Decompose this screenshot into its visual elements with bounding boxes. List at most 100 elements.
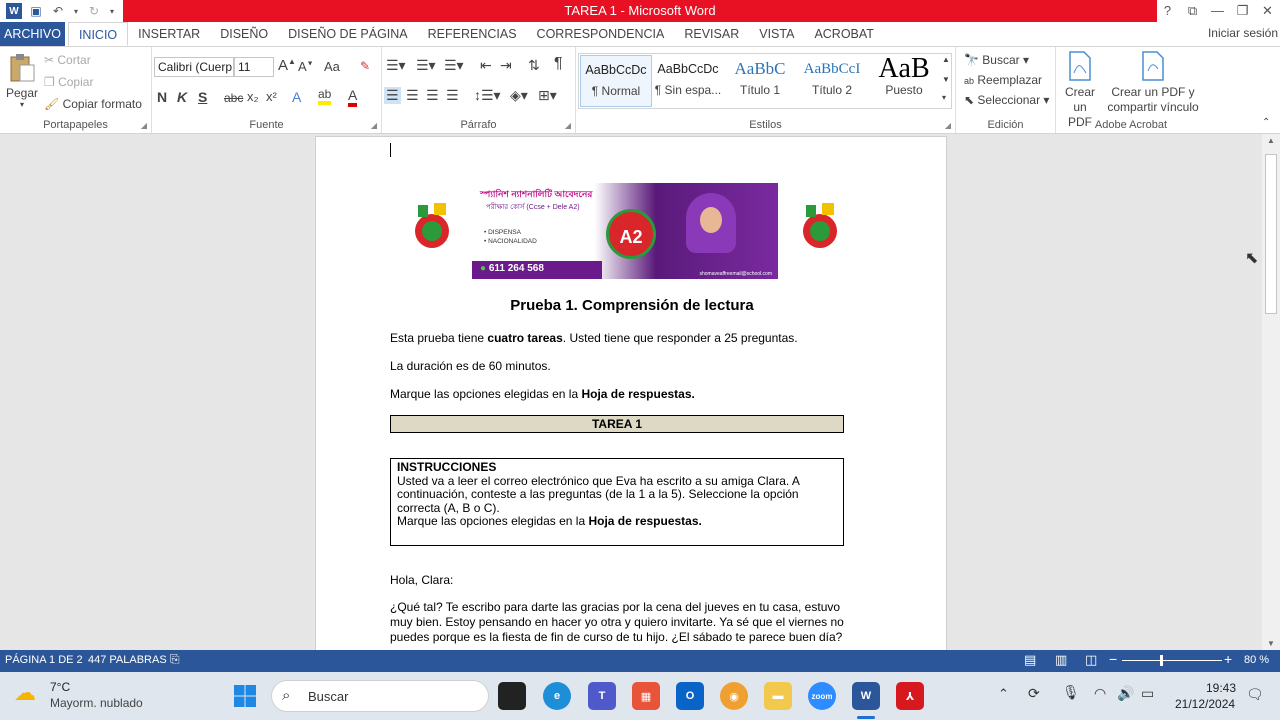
align-left-icon[interactable]: ☰: [384, 87, 401, 104]
clock-date[interactable]: 21/12/2024: [1175, 697, 1235, 711]
microphone-icon[interactable]: 🎙: [1062, 684, 1080, 701]
page-counter[interactable]: PÁGINA 1 DE 2: [5, 654, 83, 666]
copy-button[interactable]: ❐ Copiar: [44, 75, 93, 89]
tab-review[interactable]: REVISAR: [674, 22, 749, 46]
change-case-button[interactable]: Aa: [324, 59, 340, 74]
clear-format-icon[interactable]: ✎: [360, 59, 370, 73]
maximize-button[interactable]: ❐: [1230, 0, 1255, 22]
paste-button[interactable]: Pegar ▾: [6, 53, 38, 109]
underline-button[interactable]: S: [198, 89, 207, 105]
font-size-box[interactable]: 11: [234, 57, 274, 77]
read-mode-icon[interactable]: ▤: [1024, 652, 1036, 668]
show-formatting-icon[interactable]: ¶: [554, 55, 563, 73]
word-app-icon[interactable]: W: [6, 3, 22, 19]
font-name-box[interactable]: Calibri (Cuerp: [154, 57, 234, 77]
zoom-in-icon[interactable]: +: [1224, 651, 1232, 667]
style-title[interactable]: AaB Puesto: [868, 55, 940, 107]
strikethrough-button[interactable]: abc: [224, 91, 243, 105]
print-layout-icon[interactable]: ▥: [1055, 652, 1067, 668]
zoom-level[interactable]: 80 %: [1244, 654, 1269, 666]
zoom-slider-track[interactable]: [1122, 655, 1222, 666]
scroll-down-icon[interactable]: ▼: [1262, 639, 1280, 648]
superscript-button[interactable]: x²: [266, 89, 277, 104]
scroll-thumb[interactable]: [1265, 154, 1277, 314]
zoom-out-icon[interactable]: −: [1109, 651, 1117, 667]
clipboard-launcher-icon[interactable]: ◢: [141, 121, 147, 130]
zoom-slider-thumb[interactable]: [1160, 655, 1163, 666]
select-button[interactable]: ⬉ Seleccionar ▾: [964, 93, 1049, 107]
close-button[interactable]: ✕: [1255, 0, 1280, 22]
tab-mailings[interactable]: CORRESPONDENCIA: [527, 22, 675, 46]
help-button[interactable]: ?: [1155, 0, 1180, 22]
borders-icon[interactable]: ⊞▾: [538, 87, 557, 104]
taskbar-search[interactable]: ⌕ Buscar: [271, 680, 489, 712]
web-layout-icon[interactable]: ◫: [1085, 652, 1097, 668]
tab-acrobat[interactable]: ACROBAT: [804, 22, 884, 46]
bullets-icon[interactable]: ☰▾: [386, 57, 406, 74]
cut-button[interactable]: ✂ Cortar: [44, 53, 91, 67]
show-hidden-icons[interactable]: ⌃: [998, 686, 1009, 702]
windows-start-icon[interactable]: [231, 682, 259, 710]
paragraph-launcher-icon[interactable]: ◢: [565, 121, 571, 130]
vertical-scrollbar[interactable]: ▲ ▼: [1262, 134, 1280, 650]
customize-qat-icon[interactable]: ▾: [108, 3, 116, 19]
tab-view[interactable]: VISTA: [749, 22, 804, 46]
scroll-up-icon[interactable]: ▲: [1262, 136, 1280, 145]
create-share-pdf-button[interactable]: Crear un PDF y compartir vínculo: [1100, 51, 1206, 115]
find-button[interactable]: 🔭 Buscar ▾: [964, 53, 1029, 67]
battery-icon[interactable]: ▭: [1141, 685, 1154, 702]
styles-scroll-down-icon[interactable]: ▼: [942, 75, 950, 84]
subscript-button[interactable]: x₂: [247, 89, 259, 104]
browser-icon[interactable]: ◉: [720, 682, 748, 710]
sort-icon[interactable]: ⇅: [528, 57, 540, 74]
file-explorer-icon[interactable]: ▬: [764, 682, 792, 710]
word-count[interactable]: 447 PALABRAS: [88, 654, 167, 666]
tab-page-layout[interactable]: DISEÑO DE PÁGINA: [278, 22, 417, 46]
weather-desc[interactable]: Mayorm. nublado: [50, 696, 143, 710]
collapse-ribbon-icon[interactable]: ⌃: [1262, 117, 1270, 128]
format-painter-button[interactable]: 🖌 Copiar formato: [44, 97, 142, 111]
store-icon[interactable]: ▦: [632, 682, 660, 710]
italic-button[interactable]: K: [177, 89, 187, 105]
grow-font-icon[interactable]: A▲: [278, 57, 296, 74]
ribbon-display-options-button[interactable]: ⧉: [1180, 0, 1205, 22]
shrink-font-icon[interactable]: A▼: [298, 59, 314, 74]
clock-time[interactable]: 19:43: [1206, 681, 1236, 695]
increase-indent-icon[interactable]: ⇥: [500, 57, 512, 74]
sign-in-link[interactable]: Iniciar sesión: [1208, 22, 1278, 44]
style-normal[interactable]: AaBbCcDc ¶ Normal: [580, 55, 652, 107]
tab-home[interactable]: INICIO: [67, 22, 129, 46]
bold-button[interactable]: N: [157, 89, 167, 105]
tab-file[interactable]: ARCHIVO: [0, 22, 65, 46]
teams-icon[interactable]: T: [588, 682, 616, 710]
wifi-icon[interactable]: ◠: [1094, 685, 1106, 702]
styles-launcher-icon[interactable]: ◢: [945, 121, 951, 130]
decrease-indent-icon[interactable]: ⇤: [480, 57, 492, 74]
edge-icon[interactable]: e: [543, 682, 571, 710]
redo-icon[interactable]: ↻: [86, 3, 102, 19]
weather-icon[interactable]: ☁: [14, 680, 36, 706]
style-no-spacing[interactable]: AaBbCcDc ¶ Sin espa...: [652, 55, 724, 107]
undo-icon[interactable]: ↶: [50, 3, 66, 19]
font-launcher-icon[interactable]: ◢: [371, 121, 377, 130]
tab-references[interactable]: REFERENCIAS: [418, 22, 527, 46]
highlight-icon[interactable]: ab: [318, 87, 332, 105]
style-heading-2[interactable]: AaBbCcI Título 2: [796, 55, 868, 107]
justify-icon[interactable]: ☰: [446, 87, 459, 104]
style-heading-1[interactable]: AaBbC Título 1: [724, 55, 796, 107]
notifications-icon[interactable]: 🗨: [1246, 686, 1264, 703]
zoom-app-icon[interactable]: zoom: [808, 682, 836, 710]
styles-scroll-up-icon[interactable]: ▲: [942, 55, 950, 64]
document-page[interactable]: স্প্যানিশ ন্যাশনালিটি আবেদনের পরীক্ষার ক…: [315, 136, 947, 650]
proofing-icon[interactable]: ⎘: [170, 652, 180, 667]
weather-temp[interactable]: 7°C: [50, 680, 70, 694]
font-color-icon[interactable]: A: [348, 87, 358, 107]
outlook-icon[interactable]: O: [676, 682, 704, 710]
sync-icon[interactable]: ⟳: [1028, 685, 1040, 702]
replace-button[interactable]: ab Reemplazar: [964, 73, 1042, 87]
task-view-icon[interactable]: [498, 682, 526, 710]
line-spacing-icon[interactable]: ↕☰▾: [474, 87, 501, 104]
word-taskbar-icon[interactable]: W: [852, 682, 880, 710]
save-icon[interactable]: ▣: [28, 3, 44, 19]
acrobat-taskbar-icon[interactable]: ⅄: [896, 682, 924, 710]
